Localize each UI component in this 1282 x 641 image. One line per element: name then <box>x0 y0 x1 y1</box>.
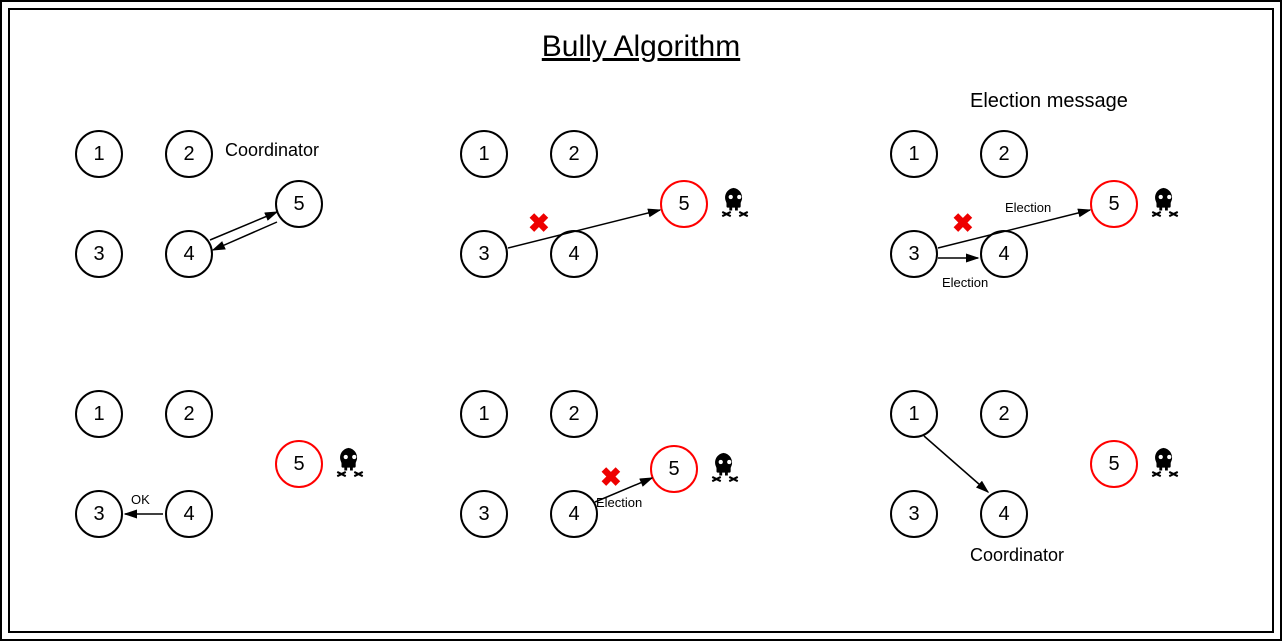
node-1: 1 <box>460 130 508 178</box>
skull-icon <box>1148 185 1182 224</box>
node-4-label: 4 <box>568 503 579 526</box>
node-5-dead: 5 <box>1090 180 1138 228</box>
node-4-label: 4 <box>568 243 579 266</box>
node-1: 1 <box>460 390 508 438</box>
ok-label: OK <box>131 492 150 507</box>
panel-2: 1 2 3 4 5 ✖ <box>450 120 820 340</box>
node-4-label: 4 <box>998 503 1009 526</box>
skull-icon <box>1148 445 1182 484</box>
node-5-dead: 5 <box>275 440 323 488</box>
node-3-label: 3 <box>93 503 104 526</box>
cross-icon: ✖ <box>952 208 974 239</box>
node-3: 3 <box>75 490 123 538</box>
node-4: 4 <box>550 230 598 278</box>
node-4: 4 <box>165 230 213 278</box>
node-1: 1 <box>890 390 938 438</box>
node-3: 3 <box>75 230 123 278</box>
node-1-label: 1 <box>478 143 489 166</box>
node-3-label: 3 <box>478 503 489 526</box>
panel-6: 1 2 3 4 5 Coordinator <box>880 380 1250 600</box>
node-3: 3 <box>890 490 938 538</box>
coordinator-label: Coordinator <box>225 140 319 161</box>
node-1: 1 <box>890 130 938 178</box>
node-5-dead: 5 <box>660 180 708 228</box>
election-label: Election <box>596 495 642 510</box>
node-5-label: 5 <box>293 453 304 476</box>
node-2: 2 <box>550 390 598 438</box>
node-4: 4 <box>550 490 598 538</box>
node-3: 3 <box>460 490 508 538</box>
node-2-label: 2 <box>183 403 194 426</box>
node-1-label: 1 <box>908 403 919 426</box>
node-2: 2 <box>165 390 213 438</box>
node-5-dead: 5 <box>1090 440 1138 488</box>
node-5-label: 5 <box>678 193 689 216</box>
node-3-label: 3 <box>908 243 919 266</box>
node-5-label: 5 <box>668 458 679 481</box>
node-1-label: 1 <box>478 403 489 426</box>
node-4: 4 <box>165 490 213 538</box>
node-2-label: 2 <box>568 143 579 166</box>
panel-3: Election message 1 2 3 4 5 ✖ Election El… <box>880 120 1250 340</box>
node-4: 4 <box>980 490 1028 538</box>
node-2: 2 <box>980 130 1028 178</box>
node-3: 3 <box>460 230 508 278</box>
election-label-2: Election <box>942 275 988 290</box>
coordinator-label: Coordinator <box>970 545 1064 566</box>
election-message-header: Election message <box>970 90 1128 113</box>
node-4: 4 <box>980 230 1028 278</box>
node-1-label: 1 <box>93 403 104 426</box>
node-4-label: 4 <box>998 243 1009 266</box>
node-2-label: 2 <box>998 403 1009 426</box>
outer-frame: Bully Algorithm 1 2 3 4 5 Coordinator 1 <box>0 0 1282 641</box>
node-2-label: 2 <box>183 143 194 166</box>
node-1-label: 1 <box>908 143 919 166</box>
skull-icon <box>718 185 752 224</box>
panel-5: 1 2 3 4 5 ✖ Election <box>450 380 820 600</box>
node-5-dead: 5 <box>650 445 698 493</box>
node-5-label: 5 <box>293 193 304 216</box>
node-5-label: 5 <box>1108 453 1119 476</box>
node-3-label: 3 <box>93 243 104 266</box>
skull-icon <box>708 450 742 489</box>
node-5: 5 <box>275 180 323 228</box>
node-5-label: 5 <box>1108 193 1119 216</box>
node-3: 3 <box>890 230 938 278</box>
node-3-label: 3 <box>478 243 489 266</box>
node-2: 2 <box>550 130 598 178</box>
diagram-title: Bully Algorithm <box>10 30 1272 64</box>
cross-icon: ✖ <box>528 208 550 239</box>
node-2-label: 2 <box>568 403 579 426</box>
election-label-1: Election <box>1005 200 1051 215</box>
panel-1: 1 2 3 4 5 Coordinator <box>65 120 435 340</box>
cross-icon: ✖ <box>600 462 622 493</box>
inner-frame: Bully Algorithm 1 2 3 4 5 Coordinator 1 <box>8 8 1274 633</box>
node-2: 2 <box>980 390 1028 438</box>
node-1-label: 1 <box>93 143 104 166</box>
skull-icon <box>333 445 367 484</box>
node-4-label: 4 <box>183 503 194 526</box>
node-2: 2 <box>165 130 213 178</box>
node-1: 1 <box>75 390 123 438</box>
node-4-label: 4 <box>183 243 194 266</box>
panel-4: 1 2 3 4 5 OK <box>65 380 435 600</box>
node-3-label: 3 <box>908 503 919 526</box>
node-1: 1 <box>75 130 123 178</box>
node-2-label: 2 <box>998 143 1009 166</box>
